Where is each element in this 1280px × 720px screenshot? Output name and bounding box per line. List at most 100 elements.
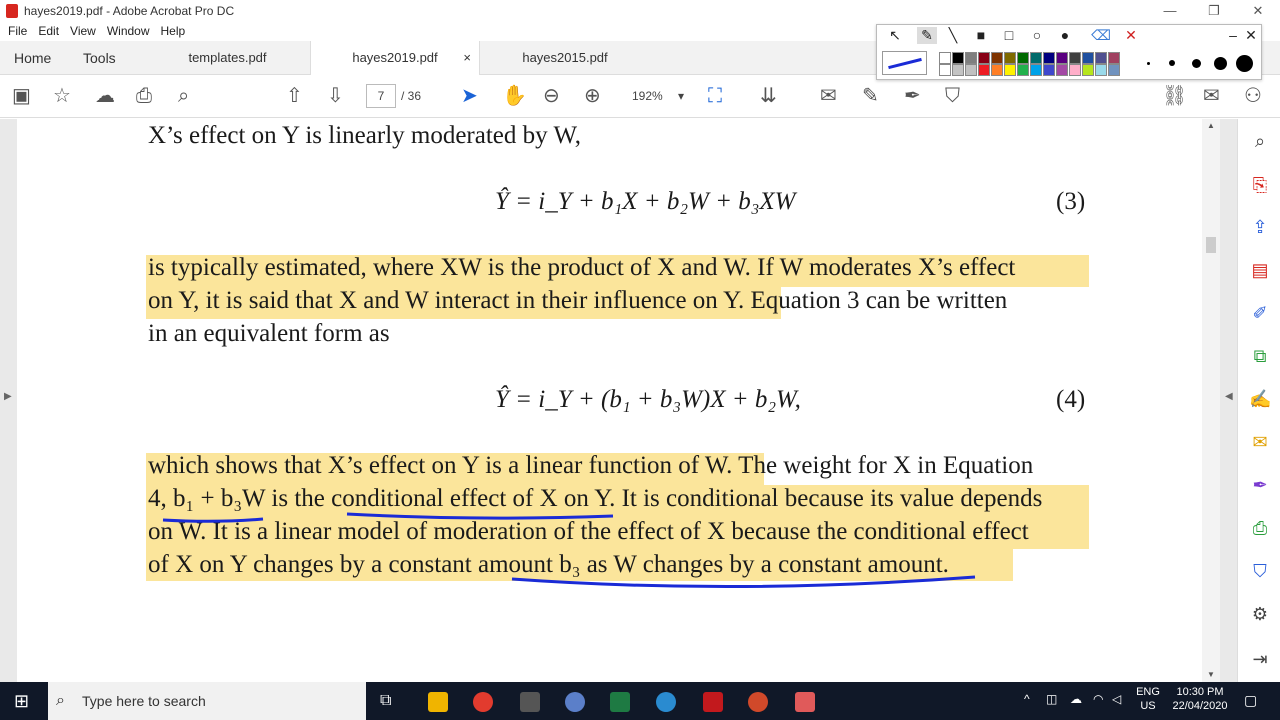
page-number-input[interactable]: 7 — [366, 84, 396, 108]
more-tools-icon[interactable]: ⚙ — [1249, 604, 1271, 624]
menu-help[interactable]: Help — [161, 24, 186, 38]
color-swatch[interactable] — [1056, 64, 1068, 76]
next-page-icon[interactable]: ⇩ — [327, 84, 344, 108]
tab-templates[interactable]: templates.pdf — [145, 41, 310, 75]
pen-size-dot[interactable] — [1213, 56, 1227, 70]
collapse-right-panel-icon[interactable]: ◀ — [1225, 391, 1233, 402]
rect-tool-icon[interactable]: □ — [999, 27, 1019, 43]
color-swatch[interactable] — [1069, 52, 1081, 64]
print-icon[interactable]: ⎙ — [136, 84, 152, 108]
collapse-pane-icon[interactable]: ⇥ — [1249, 649, 1271, 669]
enhance-scans-icon[interactable]: ⎙ — [1249, 518, 1271, 538]
left-nav-gutter[interactable]: ▶ — [0, 119, 17, 682]
color-swatch[interactable] — [1030, 64, 1042, 76]
menu-view[interactable]: View — [70, 24, 96, 38]
zoom-search-icon[interactable]: ⌕ — [178, 84, 189, 108]
stamp-icon[interactable]: ⛉ — [945, 84, 960, 108]
ellipse-tool-icon[interactable]: ○ — [1027, 27, 1047, 43]
panel-minimize-icon[interactable]: – — [1223, 27, 1243, 43]
color-swatch[interactable] — [1108, 52, 1120, 64]
task-view-icon[interactable]: ⧉ — [380, 692, 391, 710]
powerpoint-icon[interactable] — [748, 692, 768, 712]
color-swatch[interactable] — [1095, 64, 1107, 76]
comment-icon[interactable]: ✉ — [820, 84, 837, 108]
minimize-button[interactable]: — — [1148, 0, 1192, 22]
tab-tools[interactable]: Tools — [65, 50, 145, 66]
zoom-select[interactable]: 192% ▾ — [620, 84, 690, 108]
chrome-icon[interactable] — [473, 692, 493, 712]
excel-icon[interactable] — [610, 692, 630, 712]
add-user-icon[interactable]: ⚇ — [1244, 84, 1262, 108]
email-icon[interactable]: ✉ — [1203, 84, 1220, 108]
color-swatch[interactable] — [978, 64, 990, 76]
language-indicator[interactable]: ENG US — [1134, 686, 1162, 712]
organize-pages-icon[interactable]: ▤ — [1249, 260, 1271, 280]
color-swatch[interactable] — [939, 64, 951, 76]
file-explorer-icon[interactable] — [428, 692, 448, 712]
scroll-mode-icon[interactable]: ⇊ — [760, 84, 777, 108]
create-pdf-icon[interactable]: ⎘ — [1249, 175, 1271, 195]
filled-ellipse-tool-icon[interactable]: ● — [1055, 27, 1075, 43]
pen-tool-icon[interactable]: ✎ — [917, 27, 937, 44]
color-swatch[interactable] — [965, 52, 977, 64]
color-swatch[interactable] — [991, 52, 1003, 64]
clear-tool-icon[interactable]: ✕ — [1121, 27, 1141, 44]
edit-pdf-icon[interactable]: ✐ — [1249, 303, 1271, 323]
pen-size-dot[interactable] — [1235, 54, 1253, 72]
acrobat-taskbar-icon[interactable] — [703, 692, 723, 712]
highlight-pen-icon[interactable]: ✎ — [862, 84, 879, 108]
panel-close-icon[interactable]: ✕ — [1241, 27, 1261, 44]
color-swatch[interactable] — [1017, 52, 1029, 64]
filled-rect-tool-icon[interactable]: ■ — [971, 27, 991, 43]
comment-tool-icon[interactable]: ✉ — [1249, 432, 1271, 452]
windows-start-icon[interactable]: ⊞ — [14, 691, 29, 712]
color-swatch[interactable] — [1043, 52, 1055, 64]
pen-size-dot[interactable] — [1191, 58, 1201, 68]
menu-window[interactable]: Window — [107, 24, 150, 38]
right-gutter[interactable]: ◀ — [1220, 119, 1237, 682]
color-swatch[interactable] — [991, 64, 1003, 76]
paint-app-icon[interactable] — [795, 692, 815, 712]
scroll-up-icon[interactable]: ▲ — [1207, 121, 1215, 130]
color-swatch[interactable] — [1082, 52, 1094, 64]
color-swatch[interactable] — [965, 64, 977, 76]
scroll-down-icon[interactable]: ▼ — [1207, 670, 1215, 679]
expand-left-panel-icon[interactable]: ▶ — [4, 391, 12, 402]
eraser-tool-icon[interactable]: ⌫ — [1091, 27, 1111, 44]
sign-icon[interactable]: ✒ — [904, 84, 921, 108]
taskbar-search-input[interactable]: Type here to search — [48, 682, 366, 720]
color-swatch[interactable] — [1069, 64, 1081, 76]
volume-icon[interactable]: ◁ — [1112, 692, 1121, 706]
pen-size-dot[interactable] — [1169, 60, 1175, 66]
color-swatch[interactable] — [978, 52, 990, 64]
tab-close-icon[interactable]: × — [463, 50, 471, 65]
current-pen-preview[interactable] — [882, 51, 927, 75]
calculator-app-icon[interactable] — [656, 692, 676, 712]
clock[interactable]: 10:30 PM 22/04/2020 — [1172, 686, 1228, 712]
color-swatch[interactable] — [1004, 64, 1016, 76]
save-icon[interactable]: ▣ — [12, 84, 31, 108]
menu-file[interactable]: File — [8, 24, 27, 38]
select-cursor-icon[interactable]: ➤ — [461, 84, 478, 108]
zoom-tool-icon[interactable]: ⌕ — [1249, 131, 1271, 151]
cloud-icon[interactable]: ☁ — [1070, 692, 1082, 706]
export-pdf-icon[interactable]: ⇪ — [1249, 217, 1271, 237]
color-swatch[interactable] — [939, 52, 951, 64]
upload-cloud-icon[interactable]: ☁ — [95, 84, 115, 108]
close-button[interactable]: ✕ — [1236, 0, 1280, 22]
link-share-icon[interactable]: ⛓ — [1162, 84, 1187, 108]
fit-page-icon[interactable]: ⛶ — [708, 84, 722, 108]
color-swatch[interactable] — [1017, 64, 1029, 76]
zoom-out-icon[interactable]: ⊖ — [543, 84, 560, 108]
app-icon[interactable] — [520, 692, 540, 712]
tab-hayes2019[interactable]: hayes2019.pdf × — [310, 40, 480, 75]
network-icon[interactable]: ◫ — [1046, 692, 1057, 706]
bookmark-star-icon[interactable]: ☆ — [53, 84, 71, 108]
r-icon[interactable] — [565, 692, 585, 712]
color-swatch[interactable] — [1030, 52, 1042, 64]
tab-home[interactable]: Home — [0, 50, 65, 66]
vertical-scrollbar[interactable]: ▲ ▼ — [1202, 119, 1220, 682]
color-swatch[interactable] — [952, 52, 964, 64]
line-tool-icon[interactable]: ╲ — [943, 27, 963, 44]
color-swatch[interactable] — [1108, 64, 1120, 76]
